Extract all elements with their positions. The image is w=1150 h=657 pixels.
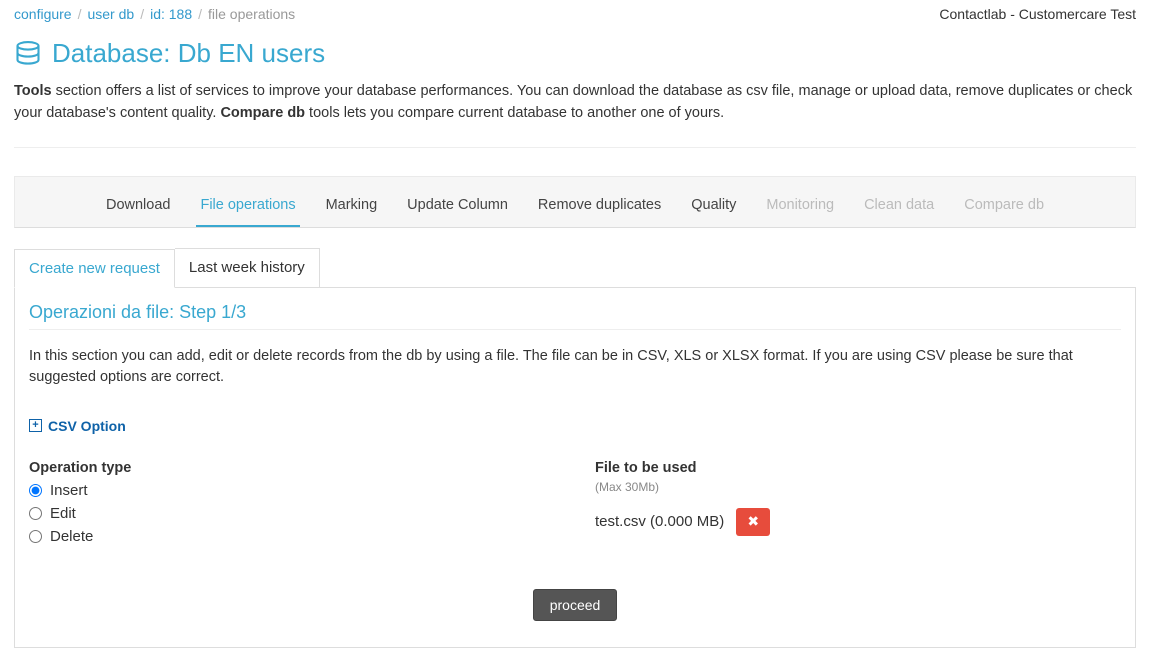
page-title-text: Database: Db EN users — [52, 38, 325, 69]
radio-delete-label: Delete — [50, 528, 93, 545]
radio-edit-label: Edit — [50, 505, 76, 522]
breadcrumb-sep: / — [140, 6, 144, 22]
panel-create-request: Operazioni da file: Step 1/3 In this sec… — [14, 287, 1136, 648]
csv-option-label: CSV Option — [48, 418, 126, 434]
close-icon: ✖ — [747, 513, 759, 530]
tab-file-operations[interactable]: File operations — [196, 187, 299, 227]
radio-edit-input[interactable] — [29, 507, 42, 520]
tab-compare-db: Compare db — [960, 187, 1048, 227]
intro-compare-label: Compare db — [220, 105, 305, 121]
breadcrumb: configure / user db / id: 188 / file ope… — [14, 6, 295, 22]
remove-file-button[interactable]: ✖ — [736, 508, 770, 536]
page-title: Database: Db EN users — [14, 30, 1136, 81]
operation-type-label: Operation type — [29, 460, 555, 476]
radio-delete[interactable]: Delete — [29, 528, 555, 545]
tab-monitoring: Monitoring — [762, 187, 838, 227]
operation-type-group: Insert Edit Delete — [29, 482, 555, 545]
step-title: Operazioni da file: Step 1/3 — [29, 302, 1121, 330]
plus-icon: + — [29, 419, 42, 432]
crumb-userdb[interactable]: user db — [87, 6, 134, 22]
radio-insert-input[interactable] — [29, 484, 42, 497]
tab-quality[interactable]: Quality — [687, 187, 740, 227]
crumb-current: file operations — [208, 6, 295, 22]
tab-clean-data: Clean data — [860, 187, 938, 227]
tab-marking[interactable]: Marking — [322, 187, 382, 227]
tab-download[interactable]: Download — [102, 187, 175, 227]
radio-edit[interactable]: Edit — [29, 505, 555, 522]
radio-delete-input[interactable] — [29, 530, 42, 543]
csv-option-toggle[interactable]: + CSV Option — [29, 418, 126, 434]
intro-text: Tools section offers a list of services … — [14, 81, 1136, 148]
crumb-id[interactable]: id: 188 — [150, 6, 192, 22]
sub-tabbar: Create new request Last week history — [14, 248, 1136, 287]
subtab-create-request[interactable]: Create new request — [14, 249, 175, 288]
tools-tabbar: Download File operations Marking Update … — [14, 176, 1136, 228]
crumb-configure[interactable]: configure — [14, 6, 72, 22]
file-label: File to be used — [595, 460, 1121, 476]
tab-remove-duplicates[interactable]: Remove duplicates — [534, 187, 665, 227]
database-icon — [14, 40, 42, 68]
radio-insert[interactable]: Insert — [29, 482, 555, 499]
file-sublabel: (Max 30Mb) — [595, 480, 1121, 494]
intro-tools-label: Tools — [14, 83, 52, 99]
proceed-button[interactable]: proceed — [533, 589, 618, 621]
tab-update-column[interactable]: Update Column — [403, 187, 512, 227]
radio-insert-label: Insert — [50, 482, 88, 499]
step-description: In this section you can add, edit or del… — [29, 346, 1121, 390]
intro-text-2: tools lets you compare current database … — [305, 105, 724, 121]
breadcrumb-sep: / — [198, 6, 202, 22]
breadcrumb-sep: / — [78, 6, 82, 22]
subtab-history[interactable]: Last week history — [175, 248, 320, 287]
brand-label: Contactlab - Customercare Test — [939, 6, 1136, 22]
file-name: test.csv (0.000 MB) — [595, 513, 724, 530]
